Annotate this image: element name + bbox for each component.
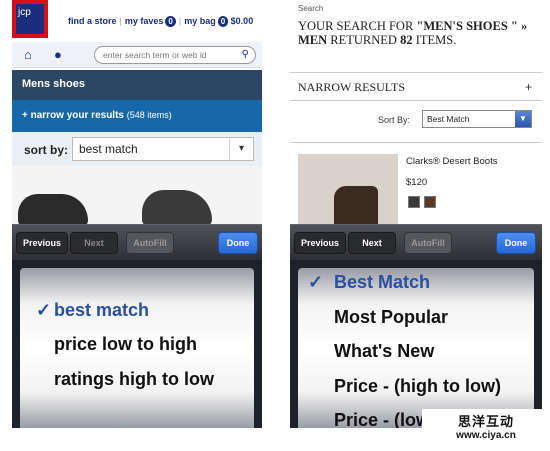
divider: [290, 100, 542, 101]
picker-option[interactable]: price low to high: [54, 334, 262, 355]
chevron-down-icon: ▾: [229, 138, 253, 160]
sort-picker: ✓ best match price low to high ratings h…: [12, 260, 262, 428]
color-swatch[interactable]: [408, 196, 420, 208]
sort-label: Sort By:: [378, 115, 411, 125]
checkmark-icon: ✓: [308, 272, 324, 292]
product-price: $120: [406, 177, 428, 188]
narrow-results-button[interactable]: + narrow your results (548 items): [12, 100, 262, 132]
sort-select[interactable]: Best Match ▼: [422, 110, 532, 128]
shoe-image: [18, 194, 88, 224]
category-title: Mens shoes: [12, 70, 262, 100]
sort-select[interactable]: best match ▾: [72, 137, 254, 161]
boot-image: [334, 186, 378, 228]
sort-select-value: Best Match: [427, 114, 470, 124]
done-button[interactable]: Done: [496, 232, 536, 254]
search-input[interactable]: enter search term or web id ⚲: [94, 46, 256, 64]
autofill-button[interactable]: AutoFill: [126, 232, 174, 254]
sort-row: sort by: best match ▾: [12, 132, 262, 166]
chevron-down-icon: ▼: [515, 111, 531, 127]
jcp-logo-text: jcp: [16, 4, 44, 34]
color-swatch[interactable]: [424, 196, 436, 208]
picker-wheel[interactable]: ✓ best match price low to high ratings h…: [20, 268, 254, 428]
picker-wheel[interactable]: ✓ Best Match Most Popular What's New Pri…: [298, 268, 534, 428]
watermark-url: www.ciya.cn: [456, 430, 516, 441]
search-results-heading: YOUR SEARCH FOR "MEN'S SHOES " » MEN RET…: [298, 19, 538, 47]
bag-total: $0.00: [230, 16, 254, 26]
heading-suffix: ITEMS.: [412, 33, 457, 47]
faves-count-badge: 0: [165, 16, 176, 27]
done-button[interactable]: Done: [218, 232, 258, 254]
sort-picker: ✓ Best Match Most Popular What's New Pri…: [290, 260, 542, 428]
jcp-logo[interactable]: jcp: [12, 0, 48, 38]
next-button[interactable]: Next: [348, 232, 396, 254]
previous-button[interactable]: Previous: [16, 232, 68, 254]
link-divider: |: [119, 16, 122, 26]
picker-option[interactable]: Price - (high to low): [334, 376, 542, 397]
picker-option[interactable]: Most Popular: [334, 307, 542, 328]
bag-count-badge: 0: [217, 16, 229, 27]
right-screen: Search YOUR SEARCH FOR "MEN'S SHOES " » …: [290, 0, 542, 428]
sort-select-value: best match: [79, 142, 138, 156]
home-icon[interactable]: ⌂: [24, 47, 32, 62]
narrow-results-label[interactable]: NARROW RESULTS: [298, 80, 405, 95]
checkmark-icon: ✓: [36, 300, 52, 320]
find-store-link[interactable]: find a store: [68, 16, 117, 26]
my-bag-link[interactable]: my bag 0 $0.00: [184, 16, 253, 27]
left-screen: jcp find a store | my faves 0 | my bag 0 $0.00…: [12, 0, 262, 428]
picker-option[interactable]: What's New: [334, 341, 542, 362]
heading-count: 82: [400, 33, 413, 47]
shoe-image: [142, 190, 212, 224]
picker-option[interactable]: Best Match: [334, 272, 542, 293]
account-icon[interactable]: ●: [54, 47, 62, 62]
expand-plus-icon[interactable]: +: [525, 80, 532, 94]
sort-label: sort by:: [24, 143, 69, 157]
breadcrumb[interactable]: Search: [298, 4, 323, 13]
my-faves-label: my faves: [124, 16, 164, 26]
previous-button[interactable]: Previous: [294, 232, 346, 254]
keyboard-toolbar: Previous Next AutoFill Done: [12, 224, 262, 260]
search-placeholder: enter search term or web id: [103, 50, 207, 60]
keyboard-toolbar: Previous Next AutoFill Done: [290, 224, 542, 260]
product-image[interactable]: [298, 154, 398, 228]
search-icon[interactable]: ⚲: [242, 49, 249, 60]
divider: [290, 142, 542, 143]
picker-option[interactable]: best match: [54, 300, 262, 321]
watermark-title: 思洋互动: [457, 414, 514, 429]
my-bag-label: my bag: [184, 16, 216, 26]
narrow-results-label: + narrow your results: [22, 110, 124, 121]
heading-mid: RETURNED: [327, 33, 401, 47]
autofill-button[interactable]: AutoFill: [404, 232, 452, 254]
product-name[interactable]: Clarks® Desert Boots: [406, 156, 497, 167]
header-links: find a store | my faves 0 | my bag 0 $0.00: [68, 16, 253, 27]
divider: [290, 72, 542, 73]
picker-option[interactable]: ratings high to low: [54, 369, 262, 390]
watermark: 思洋互动 www.ciya.cn: [422, 409, 550, 451]
my-faves-link[interactable]: my faves 0: [125, 16, 176, 27]
product-image-strip: [12, 166, 262, 224]
link-divider: |: [178, 16, 182, 26]
next-button[interactable]: Next: [70, 232, 118, 254]
items-count: (548 items): [126, 110, 172, 120]
nav-row: ⌂ ● enter search term or web id ⚲: [12, 42, 262, 68]
heading-prefix: YOUR SEARCH FOR: [298, 19, 417, 33]
